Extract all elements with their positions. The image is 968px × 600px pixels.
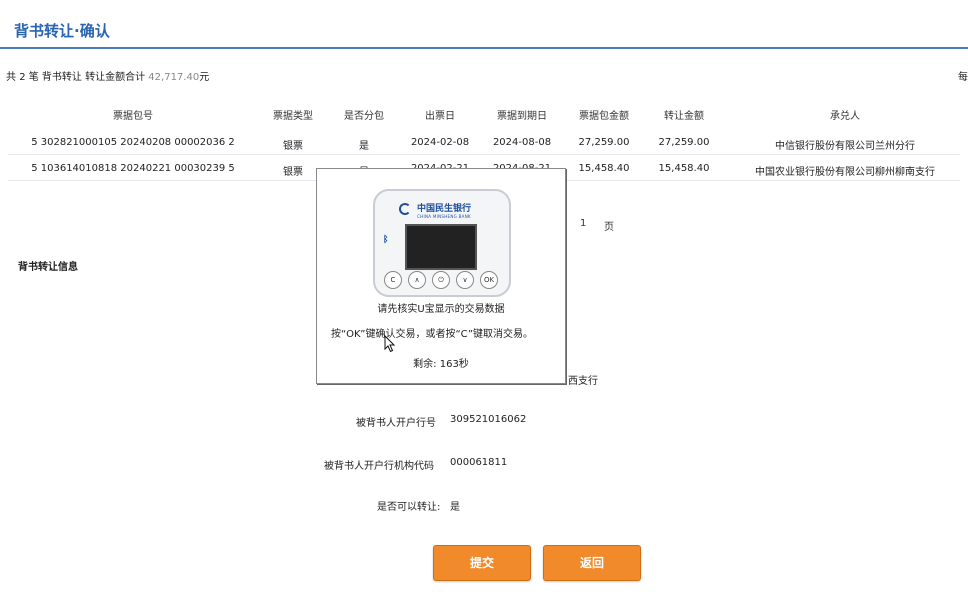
endorsee-bank-name-tail: 西支行 [568, 376, 598, 387]
transferable-label: 是否可以转让: [377, 502, 441, 513]
summary-amount: 42,717.40 [148, 72, 200, 83]
transferable-value: 是 [450, 502, 460, 513]
ukey-confirm-dialog: 中国民生银行 CHINA MINSHENG BANK ᛒ C ∧ ⏻ ∨ OK … [316, 168, 566, 384]
col-header-split: 是否分包 [344, 111, 384, 122]
col-header-acceptor: 承兑人 [830, 111, 860, 122]
device-ok-button: OK [480, 271, 498, 289]
summary-count: 2 [19, 72, 26, 83]
per-page-label: 每 [958, 72, 968, 83]
cell-transfer-amount: 15,458.40 [658, 163, 710, 174]
pager-page-number[interactable]: 1 [580, 218, 586, 229]
cell-package-amount: 27,259.00 [578, 137, 630, 148]
cell-package-amount: 15,458.40 [578, 163, 630, 174]
page-title: 背书转让·确认 [14, 22, 110, 40]
table-header: 票据包号 票据类型 是否分包 出票日 票据到期日 票据包金额 转让金额 承兑人 [0, 100, 968, 128]
cell-due-date: 2024-08-08 [492, 137, 552, 148]
org-code-label: 被背书人开户行机构代码 [324, 461, 434, 472]
col-header-issue-date: 出票日 [425, 111, 455, 122]
bank-logo-icon [399, 203, 411, 215]
device-down-button: ∨ [456, 271, 474, 289]
title-divider [0, 47, 968, 49]
col-header-due-date: 票据到期日 [497, 111, 547, 122]
cell-acceptor: 中国农业银行股份有限公司柳州柳南支行 [755, 167, 935, 178]
cell-transfer-amount: 27,259.00 [658, 137, 710, 148]
org-code-value: 000061811 [450, 457, 508, 468]
section-title: 背书转让信息 [18, 262, 78, 273]
device-up-button: ∧ [408, 271, 426, 289]
popup-countdown: 剩余: 163秒 [413, 359, 469, 370]
back-button[interactable]: 返回 [543, 545, 641, 581]
popup-instruction-1: 请先核实U宝显示的交易数据 [377, 304, 505, 315]
submit-button[interactable]: 提交 [433, 545, 531, 581]
summary-unit: 元 [199, 72, 210, 83]
summary-line: 共 2 笔 背书转让 转让金额合计 42,717.40元 [6, 68, 209, 83]
row-divider [8, 154, 960, 155]
ukey-device-image: 中国民生银行 CHINA MINSHENG BANK ᛒ C ∧ ⏻ ∨ OK [373, 189, 511, 297]
open-bank-no-value: 309521016062 [450, 414, 527, 425]
cell-bill-type: 银票 [283, 167, 303, 178]
cell-issue-date: 2024-02-08 [410, 137, 470, 148]
bank-logo-text: 中国民生银行 [416, 204, 471, 214]
summary-mid: 笔 背书转让 转让金额合计 [28, 72, 146, 83]
bank-logo-en-text: CHINA MINSHENG BANK [417, 214, 471, 219]
cell-acceptor: 中信银行股份有限公司兰州分行 [775, 141, 915, 152]
table-row[interactable]: 5 302821000105 20240208 00002036 2 银票 是 … [0, 130, 968, 154]
col-header-package-amount: 票据包金额 [579, 111, 629, 122]
col-header-package-no: 票据包号 [113, 111, 153, 122]
cell-package-no: 5 302821000105 20240208 00002036 2 [31, 137, 235, 148]
col-header-transfer-amount: 转让金额 [664, 111, 704, 122]
cell-split: 是 [359, 141, 369, 152]
device-power-button: ⏻ [432, 271, 450, 289]
pager-page-label: 页 [604, 222, 614, 233]
bluetooth-icon: ᛒ [383, 235, 389, 245]
popup-instruction-2: 按“OK”键确认交易，或者按“C”键取消交易。 [331, 329, 534, 340]
bank-logo: 中国民生银行 CHINA MINSHENG BANK [399, 201, 479, 219]
cell-package-no: 5 103614010818 20240221 00030239 5 [31, 163, 235, 174]
summary-prefix: 共 [6, 72, 16, 83]
cell-bill-type: 银票 [283, 141, 303, 152]
open-bank-no-label: 被背书人开户行号 [356, 418, 436, 429]
ukey-screen [405, 224, 477, 270]
device-c-button: C [384, 271, 402, 289]
col-header-bill-type: 票据类型 [273, 111, 313, 122]
